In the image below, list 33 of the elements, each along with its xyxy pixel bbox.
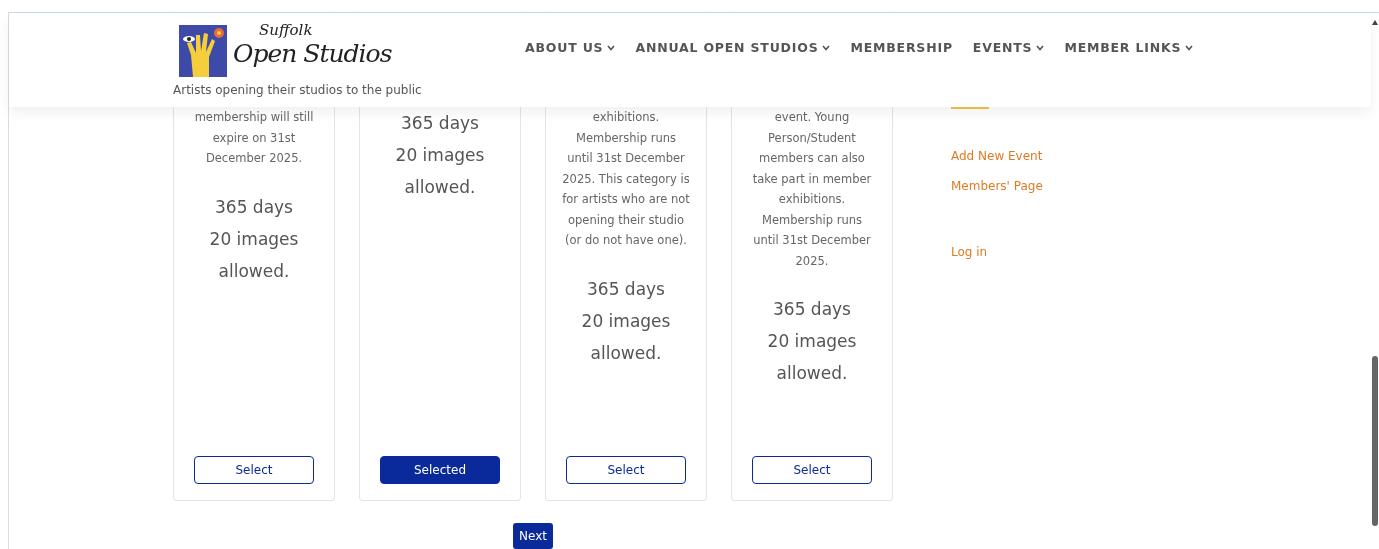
hand-icon (179, 25, 227, 77)
select-button[interactable]: Select (194, 456, 314, 484)
next-button[interactable]: Next (513, 523, 553, 549)
nav-link[interactable]: EVENTS (972, 39, 1045, 58)
plan-description: event. Young Person/Student members can also take part in member exhibitions. Membership runs until 31st December 2025. (751, 109, 873, 270)
nav-link[interactable]: MEMBERSHIP (850, 39, 953, 58)
select-button[interactable]: Select (752, 456, 872, 484)
nav-link[interactable]: ANNUAL OPEN STUDIOS (635, 39, 831, 58)
select-button[interactable]: Select (566, 456, 686, 484)
plan-detail: 365 days (586, 277, 666, 301)
nav-link[interactable]: ABOUT US (525, 39, 616, 58)
logo-text: Open Studios (233, 38, 392, 70)
plan-detail: 20 images (208, 227, 300, 251)
plan-description: exhibitions. Membership runs until 31st December 2025. This category is for artists who are not opening their studio (or do not have one). (562, 109, 690, 249)
plan-detail: allowed. (775, 362, 849, 385)
plan-detail: 365 days (772, 298, 852, 321)
plan-detail: allowed. (589, 341, 663, 365)
chevron-icon (1036, 45, 1045, 52)
plan-description: membership will still expire on 31st December 2025. (193, 109, 315, 167)
chevron-icon (1185, 45, 1194, 52)
chevron-icon (607, 45, 616, 52)
plan-detail: 20 images (766, 330, 858, 353)
select-button[interactable]: Selected (380, 456, 500, 484)
plan-detail: allowed. (403, 176, 477, 199)
plan-detail: 365 days (214, 195, 294, 219)
plan-detail: 20 images (580, 309, 672, 333)
plan-detail: allowed. (217, 259, 291, 283)
tagline: Artists opening their studios to the public (173, 82, 422, 99)
chevron-icon (822, 45, 831, 52)
plan-detail: 365 days (400, 112, 480, 135)
logo-text: Suffolk (259, 20, 313, 41)
plan-detail: 20 images (394, 144, 486, 167)
nav-link[interactable]: MEMBER LINKS (1064, 39, 1194, 58)
